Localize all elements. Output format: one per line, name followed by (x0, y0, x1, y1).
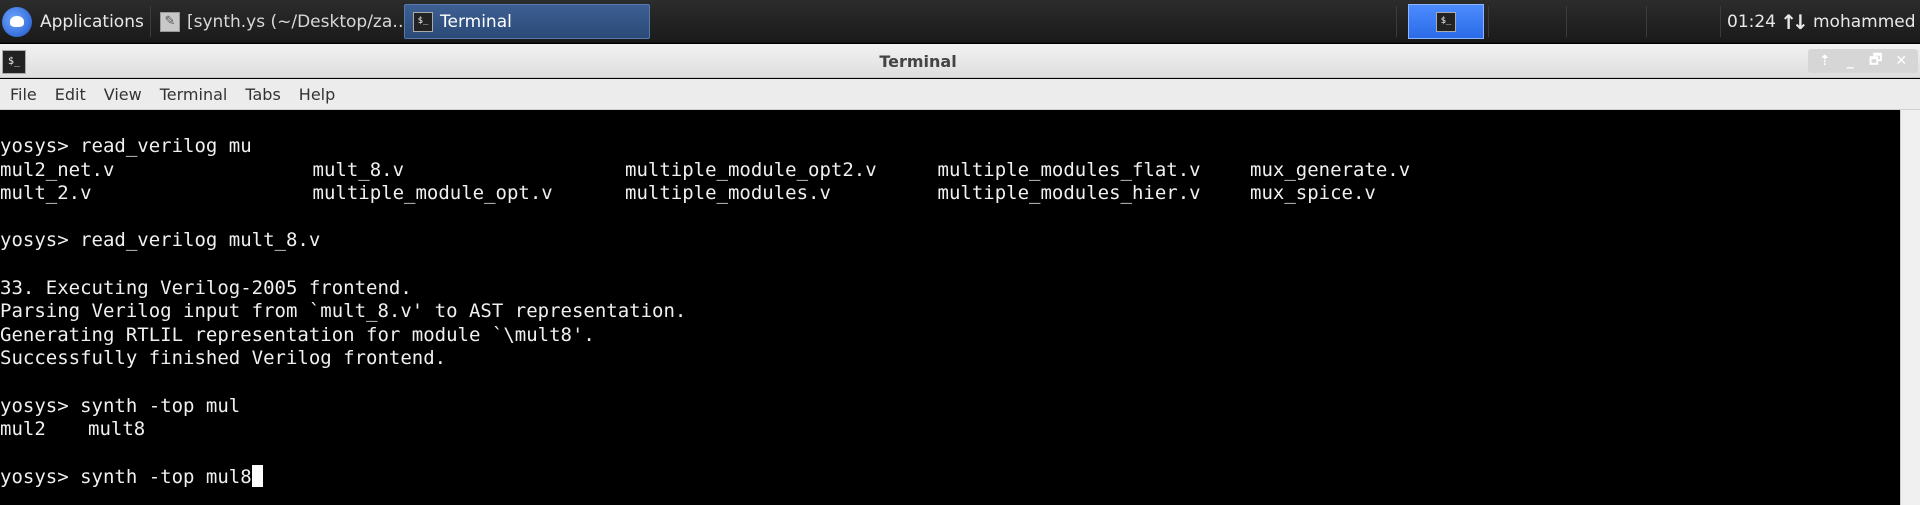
scrollbar-thumb[interactable] (1905, 114, 1915, 501)
completion-item: mux_generate.v (1250, 158, 1411, 181)
completion-item: multiple_module_opt2.v (625, 158, 877, 181)
menu-file[interactable]: File (0, 85, 46, 104)
completion-item: mux_spice.v (1250, 182, 1376, 205)
window-titlebar[interactable]: $_ Terminal ⇡ _ 🗗 ✕ (0, 44, 1920, 78)
terminal-line: Parsing Verilog input from `mult_8.v' to… (0, 300, 687, 323)
completion-item: mul2_net.v (0, 158, 115, 181)
menu-terminal[interactable]: Terminal (151, 85, 237, 104)
menubar: File Edit View Terminal Tabs Help (0, 79, 1920, 110)
prompt-line[interactable]: yosys> synth -top mul8 (0, 465, 1900, 489)
text-cursor (251, 465, 263, 488)
panel-separator (1720, 6, 1721, 37)
completion-item: mult_2.v (0, 182, 92, 205)
window-controls: ⇡ _ 🗗 ✕ (1808, 49, 1918, 73)
network-transfer-icon[interactable]: ↑↓ (1779, 4, 1805, 39)
completion-item: mult8 (88, 418, 146, 441)
menu-help[interactable]: Help (290, 85, 344, 104)
completion-item: multiple_modules_flat.v (937, 158, 1201, 181)
taskbar-item-label: Terminal (440, 11, 512, 32)
panel-separator (1646, 6, 1647, 37)
taskbar-item-terminal[interactable]: $_ Terminal (404, 4, 650, 39)
terminal-output[interactable]: yosys> read_verilog mu mul2_net.v mult_8… (0, 110, 1900, 505)
clock[interactable]: 01:24 (1726, 4, 1776, 39)
applications-label: Applications (40, 11, 144, 32)
terminal-scrollbar[interactable] (1900, 110, 1920, 505)
top-panel: Applications ✎ [synth.ys (~/Desktop/za… … (0, 0, 1920, 43)
menu-view[interactable]: View (95, 85, 151, 104)
edit-icon: ✎ (160, 11, 180, 32)
completion-row: mul2 mult8 (0, 418, 1900, 442)
completion-item: mul2 (0, 418, 46, 441)
xfce-logo-icon (2, 6, 32, 37)
terminal-icon: $_ (413, 11, 433, 32)
maximize-icon[interactable]: 🗗 (1866, 51, 1886, 71)
workspace-switcher[interactable]: $_ (1408, 4, 1484, 39)
completion-row: mult_2.v multiple_module_opt.v multiple_… (0, 182, 1900, 206)
minimize-icon[interactable]: _ (1840, 51, 1860, 71)
menu-edit[interactable]: Edit (46, 85, 95, 104)
terminal-line: 33. Executing Verilog-2005 frontend. (0, 276, 412, 299)
panel-separator (150, 6, 151, 37)
terminal-line: yosys> read_verilog mu (0, 135, 252, 157)
panel-separator (1566, 6, 1567, 37)
prompt-command: yosys> synth -top mul8 (0, 466, 252, 489)
completion-item: multiple_module_opt.v (312, 182, 553, 205)
applications-menu-button[interactable]: Applications (2, 4, 152, 39)
panel-separator (1396, 6, 1397, 37)
panel-separator (1488, 6, 1489, 37)
terminal-line: yosys> read_verilog mult_8.v (0, 229, 321, 252)
shade-icon[interactable]: ⇡ (1815, 51, 1835, 71)
completion-item: multiple_modules.v (625, 182, 831, 205)
menu-tabs[interactable]: Tabs (236, 85, 289, 104)
terminal-line: Successfully finished Verilog frontend. (0, 347, 447, 370)
close-icon[interactable]: ✕ (1891, 51, 1911, 71)
window-title: Terminal (879, 51, 957, 71)
terminal-icon: $_ (1436, 11, 1456, 32)
completion-item: mult_8.v (312, 158, 405, 181)
completion-item: multiple_modules_hier.v (937, 182, 1201, 205)
taskbar-item-synth-ys[interactable]: ✎ [synth.ys (~/Desktop/za… (152, 4, 402, 39)
terminal-line: Generating RTLIL representation for modu… (0, 323, 595, 346)
taskbar-item-label: [synth.ys (~/Desktop/za… (187, 11, 402, 32)
terminal-line: yosys> synth -top mul (0, 394, 241, 417)
user-menu[interactable]: mohammed (1813, 4, 1919, 39)
completion-row: mul2_net.v mult_8.v multiple_module_opt2… (0, 159, 1900, 183)
